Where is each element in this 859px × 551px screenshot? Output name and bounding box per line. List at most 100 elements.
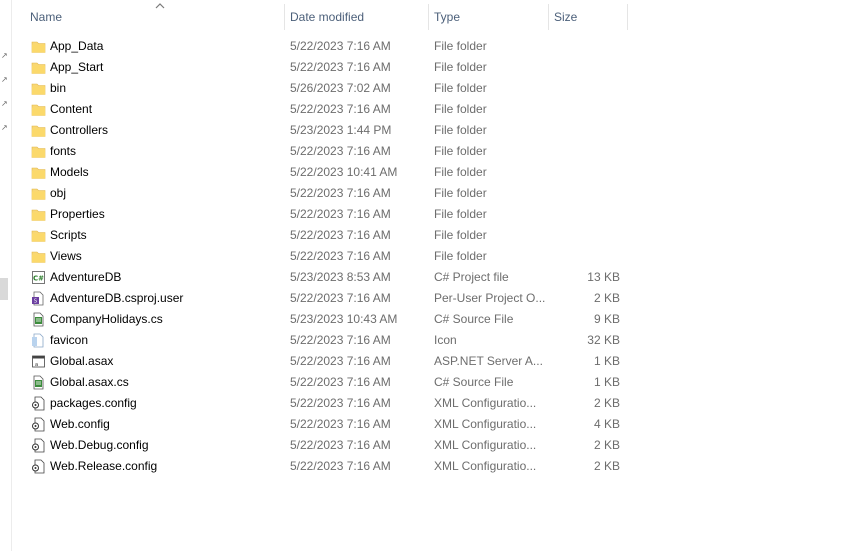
- pin-icon[interactable]: ↗: [1, 52, 8, 60]
- file-date-modified: 5/22/2023 7:16 AM: [290, 39, 391, 53]
- file-size: [551, 57, 620, 78]
- folder-icon: [31, 249, 46, 264]
- pin-icon[interactable]: ↗: [1, 124, 8, 132]
- folder-icon: [31, 123, 46, 138]
- file-name: Web.Release.config: [50, 459, 158, 473]
- file-type: XML Configuratio...: [434, 438, 537, 452]
- file-name: Global.asax.cs: [50, 375, 129, 389]
- file-size: [551, 225, 620, 246]
- csharp-project-icon: C#: [31, 270, 46, 285]
- file-date-modified: 5/23/2023 1:44 PM: [290, 123, 392, 137]
- file-row[interactable]: S AdventureDB.csproj.user 5/22/2023 7:16 A…: [11, 288, 859, 309]
- file-size: 4 KB: [593, 417, 620, 431]
- file-name: AdventureDB: [50, 270, 122, 284]
- column-header-date-modified[interactable]: Date modified: [282, 4, 428, 30]
- folder-icon: [31, 186, 46, 201]
- file-date-modified: 5/23/2023 10:43 AM: [290, 312, 398, 326]
- file-date-modified: 5/22/2023 7:16 AM: [290, 354, 391, 368]
- file-row[interactable]: App_Data 5/22/2023 7:16 AM File folder: [11, 36, 859, 57]
- column-header-name[interactable]: Name: [22, 4, 284, 30]
- file-date-modified: 5/22/2023 7:16 AM: [290, 459, 391, 473]
- file-name: App_Data: [50, 39, 104, 53]
- file-row[interactable]: Scripts 5/22/2023 7:16 AM File folder: [11, 225, 859, 246]
- file-size: [551, 36, 620, 57]
- file-row[interactable]: Web.config 5/22/2023 7:16 AM XML Configura…: [11, 414, 859, 435]
- file-date-modified: 5/22/2023 7:16 AM: [290, 333, 391, 347]
- column-header-size[interactable]: Size: [546, 4, 628, 30]
- column-divider[interactable]: [627, 4, 628, 30]
- file-type: File folder: [434, 123, 487, 137]
- svg-text:a: a: [35, 362, 38, 368]
- file-type: Icon: [434, 333, 457, 347]
- file-row[interactable]: Views 5/22/2023 7:16 AM File folder: [11, 246, 859, 267]
- file-row[interactable]: Web.Release.config 5/22/2023 7:16 AM XML C…: [11, 456, 859, 477]
- file-list: App_Data 5/22/2023 7:16 AM File folder App_…: [11, 36, 859, 477]
- file-type: File folder: [434, 186, 487, 200]
- file-type: XML Configuratio...: [434, 459, 537, 473]
- file-date-modified: 5/22/2023 7:16 AM: [290, 186, 391, 200]
- file-row[interactable]: bin 5/26/2023 7:02 AM File folder: [11, 78, 859, 99]
- pin-icon[interactable]: ↗: [1, 100, 8, 108]
- file-name: Views: [50, 249, 82, 263]
- file-size: 2 KB: [593, 438, 620, 452]
- folder-icon: [31, 228, 46, 243]
- file-date-modified: 5/22/2023 7:16 AM: [290, 396, 391, 410]
- file-name: Models: [50, 165, 89, 179]
- file-size: 2 KB: [593, 396, 620, 410]
- file-size: 32 KB: [587, 333, 620, 347]
- file-row[interactable]: CompanyHolidays.cs 5/23/2023 10:43 AM C# S…: [11, 309, 859, 330]
- file-date-modified: 5/22/2023 7:16 AM: [290, 249, 391, 263]
- file-date-modified: 5/22/2023 7:16 AM: [290, 60, 391, 74]
- file-name: AdventureDB.csproj.user: [50, 291, 184, 305]
- image-file-icon: [31, 333, 46, 348]
- file-type: ASP.NET Server A...: [434, 354, 543, 368]
- file-name: favicon: [50, 333, 89, 347]
- file-size: 2 KB: [593, 291, 620, 305]
- csharp-source-icon: [31, 375, 46, 390]
- folder-icon: [31, 81, 46, 96]
- file-size: 2 KB: [593, 459, 620, 473]
- svg-text:S: S: [34, 299, 37, 305]
- file-row[interactable]: Properties 5/22/2023 7:16 AM File folder: [11, 204, 859, 225]
- config-file-icon: [31, 438, 46, 453]
- file-row[interactable]: favicon 5/22/2023 7:16 AM Icon 32 KB: [11, 330, 859, 351]
- file-name: packages.config: [50, 396, 137, 410]
- file-row[interactable]: Content 5/22/2023 7:16 AM File folder: [11, 99, 859, 120]
- folder-icon: [31, 165, 46, 180]
- file-size: 9 KB: [593, 312, 620, 326]
- file-name: Controllers: [50, 123, 109, 137]
- file-row[interactable]: a Global.asax 5/22/2023 7:16 AM ASP.NET Ser…: [11, 351, 859, 372]
- file-name: Web.config: [50, 417, 110, 431]
- file-row[interactable]: Models 5/22/2023 10:41 AM File folder: [11, 162, 859, 183]
- file-row[interactable]: Global.asax.cs 5/22/2023 7:16 AM C# Source…: [11, 372, 859, 393]
- file-type: File folder: [434, 207, 487, 221]
- file-size: 1 KB: [593, 354, 620, 368]
- file-size: [551, 141, 620, 162]
- file-row[interactable]: Controllers 5/23/2023 1:44 PM File folder: [11, 120, 859, 141]
- file-row[interactable]: Web.Debug.config 5/22/2023 7:16 AM XML Con…: [11, 435, 859, 456]
- file-row[interactable]: C# AdventureDB 5/23/2023 8:53 AM C# Project…: [11, 267, 859, 288]
- file-type: File folder: [434, 60, 487, 74]
- file-row[interactable]: packages.config 5/22/2023 7:16 AM XML Conf…: [11, 393, 859, 414]
- file-size: 1 KB: [593, 375, 620, 389]
- file-date-modified: 5/26/2023 7:02 AM: [290, 81, 391, 95]
- file-date-modified: 5/22/2023 7:16 AM: [290, 291, 391, 305]
- column-header-bar: Name Date modified Type Size: [11, 0, 859, 34]
- pin-icon[interactable]: ↗: [1, 76, 8, 84]
- config-file-icon: [31, 459, 46, 474]
- file-row[interactable]: App_Start 5/22/2023 7:16 AM File folder: [11, 57, 859, 78]
- file-row[interactable]: obj 5/22/2023 7:16 AM File folder: [11, 183, 859, 204]
- file-date-modified: 5/22/2023 7:16 AM: [290, 207, 391, 221]
- svg-text:C#: C#: [33, 275, 44, 283]
- column-header-type[interactable]: Type: [426, 4, 548, 30]
- file-size: [551, 162, 620, 183]
- file-type: C# Project file: [434, 270, 509, 284]
- file-name: Global.asax: [50, 354, 114, 368]
- file-row[interactable]: fonts 5/22/2023 7:16 AM File folder: [11, 141, 859, 162]
- aspnet-file-icon: a: [31, 354, 46, 369]
- folder-icon: [31, 39, 46, 54]
- file-size: [551, 204, 620, 225]
- file-size: [551, 78, 620, 99]
- file-size: [551, 99, 620, 120]
- file-name: bin: [50, 81, 67, 95]
